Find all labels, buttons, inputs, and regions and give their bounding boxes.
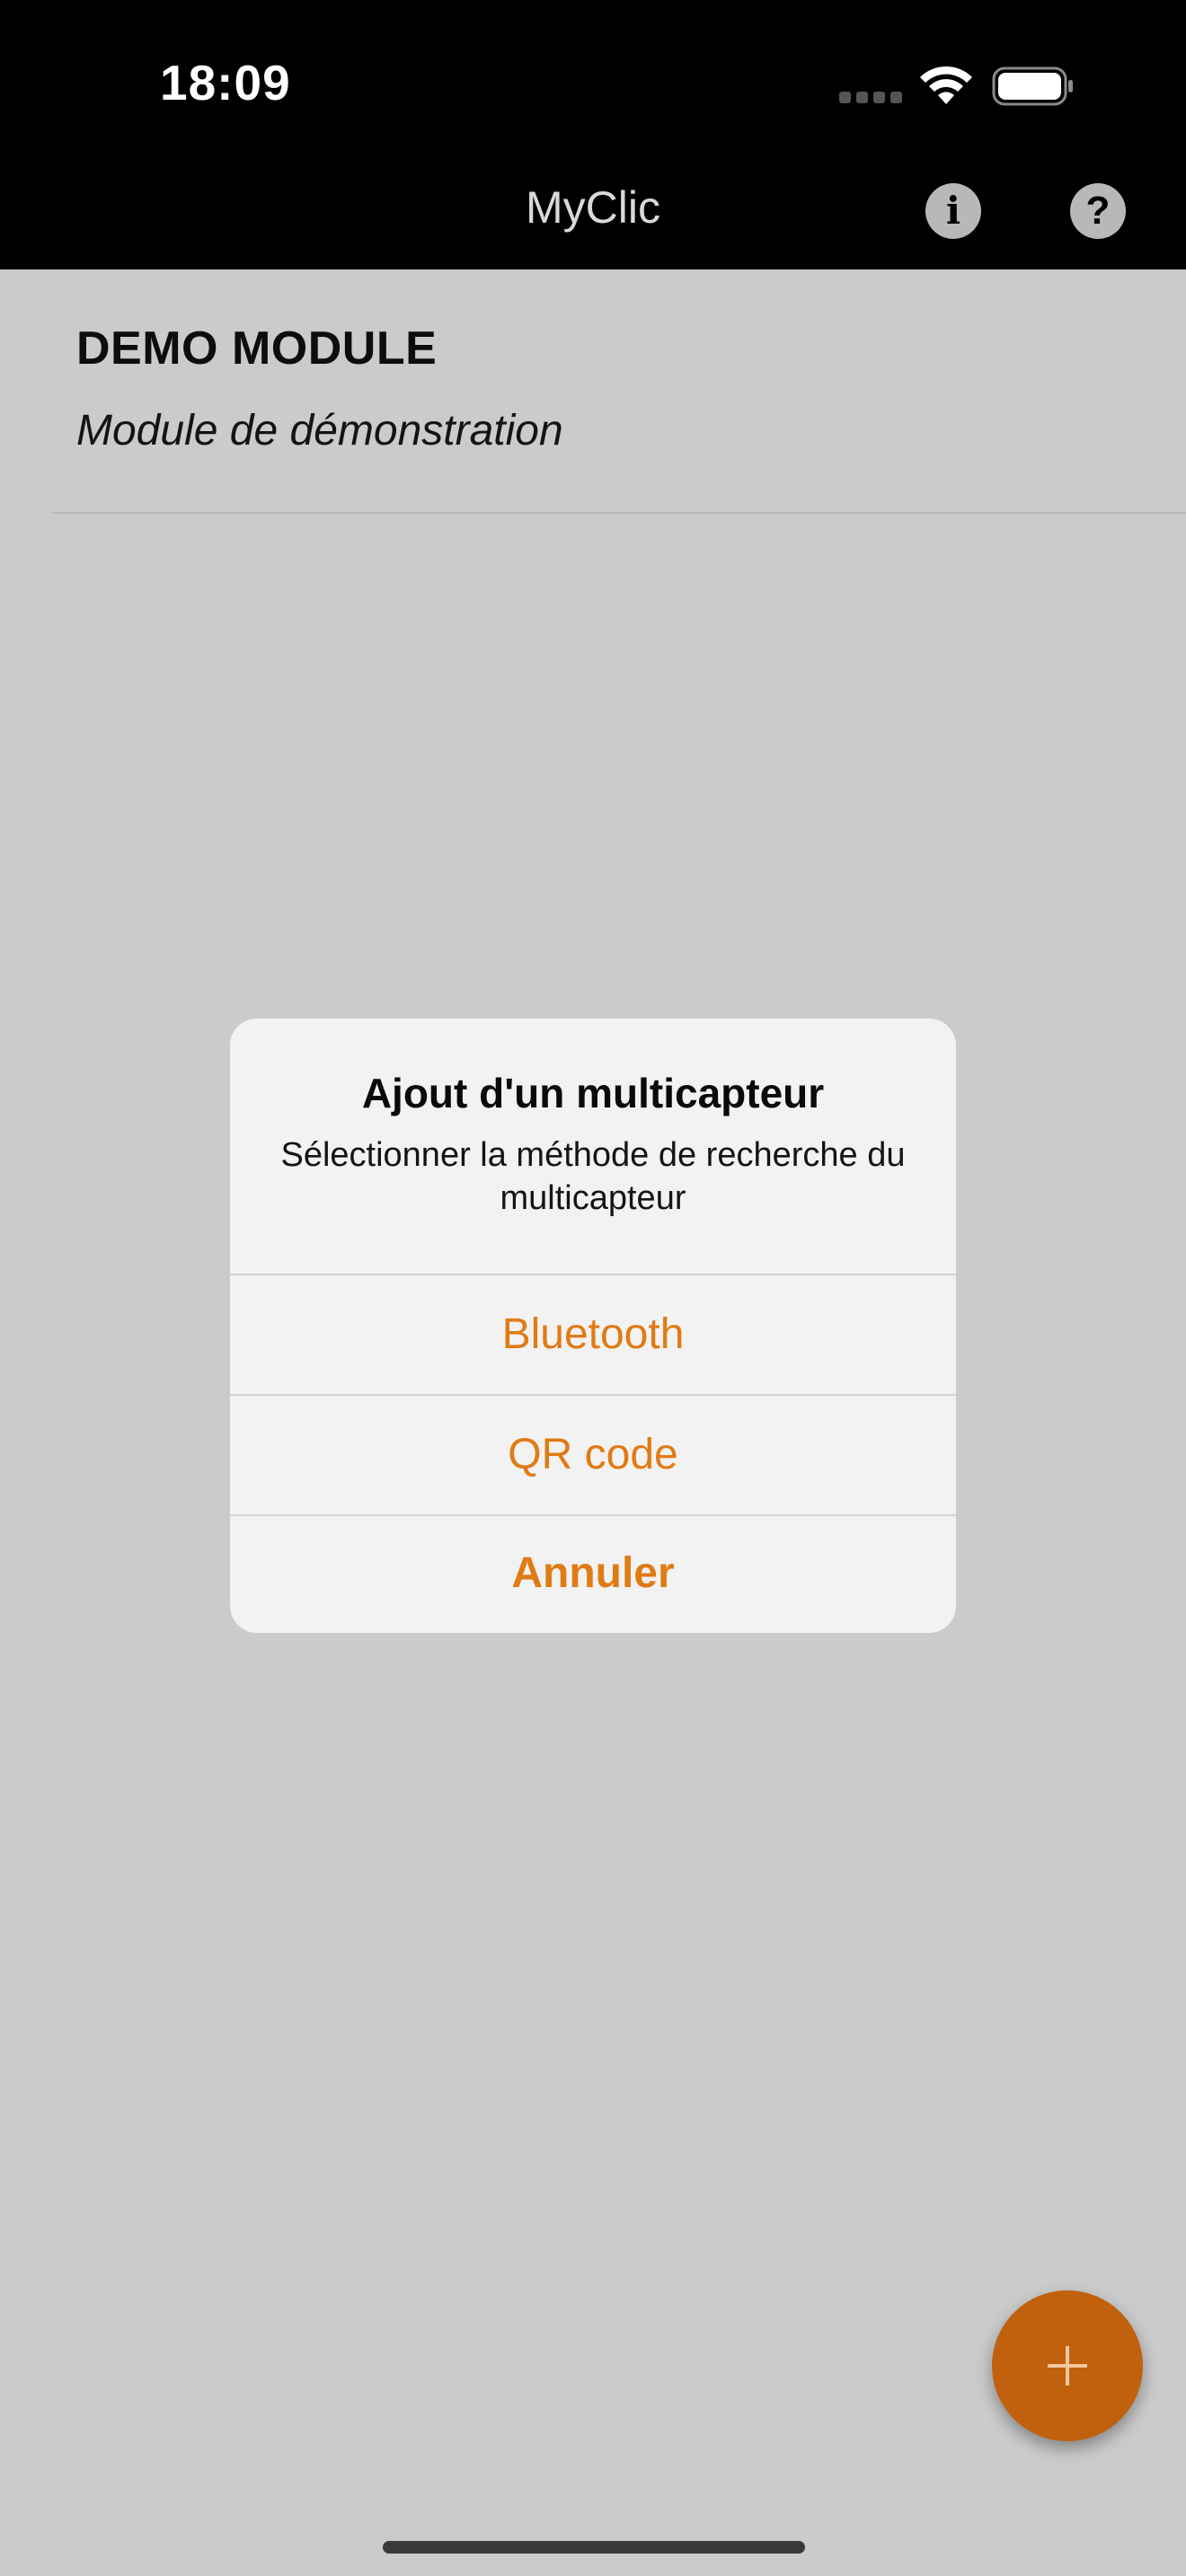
bluetooth-button[interactable]: Bluetooth <box>230 1275 956 1394</box>
app-title: MyClic <box>526 182 660 233</box>
module-list-item[interactable]: DEMO MODULE Module de démonstration <box>52 269 1186 514</box>
module-title: DEMO MODULE <box>76 322 438 375</box>
status-time: 18:09 <box>160 55 291 110</box>
battery-icon <box>992 66 1073 106</box>
status-bar: 18:09 <box>0 0 1186 171</box>
alert-title: Ajout d'un multicapteur <box>361 1070 825 1116</box>
module-subtitle: Module de démonstration <box>76 407 563 454</box>
info-icon[interactable]: i <box>925 183 981 239</box>
add-multisensor-button[interactable] <box>992 2290 1143 2441</box>
home-indicator[interactable] <box>383 2541 805 2554</box>
alert-message: Sélectionner la méthode de recherche du … <box>280 1136 906 1217</box>
navigation-bar: MyClic i ? <box>0 171 1186 269</box>
qr-code-button[interactable]: QR code <box>230 1396 956 1514</box>
plus-icon <box>1048 2346 1087 2386</box>
help-icon[interactable]: ? <box>1070 183 1126 239</box>
cancel-button[interactable]: Annuler <box>230 1514 956 1633</box>
add-multisensor-alert: Ajout d'un multicapteur Sélectionner la … <box>230 1019 956 1633</box>
cellular-signal-icon <box>839 92 902 104</box>
wifi-icon <box>920 66 972 104</box>
